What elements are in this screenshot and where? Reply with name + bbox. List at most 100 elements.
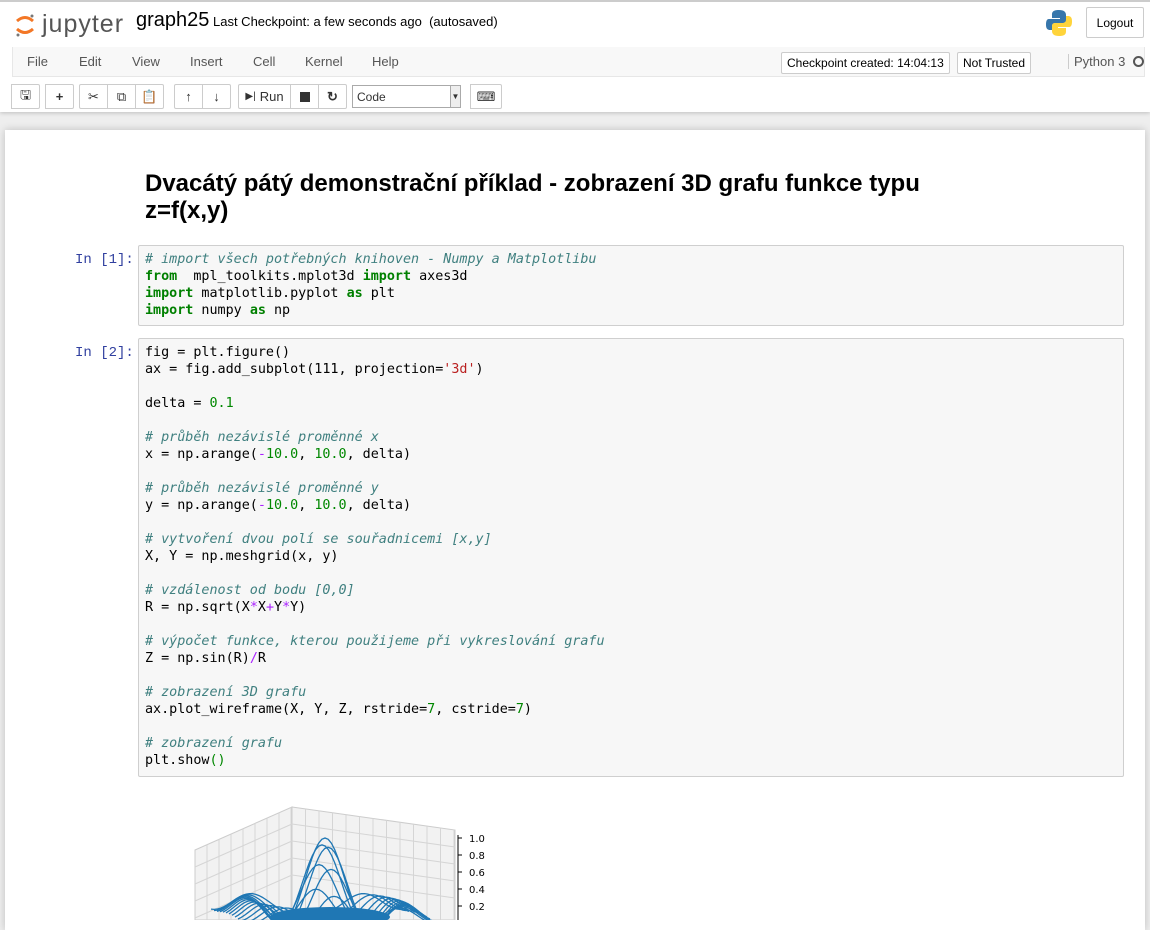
code-token: # výpočet funkce, kterou použijeme při v… <box>145 634 605 649</box>
code-token: # vytvoření dvou polí se souřadnicemi [x… <box>145 532 492 547</box>
code-token: # zobrazení grafu <box>145 736 283 751</box>
checkpoint-created-badge: Checkpoint created: 14:04:13 <box>781 52 950 74</box>
code-token: R <box>257 651 266 666</box>
cell-type-select[interactable]: Code ▼ <box>352 85 461 108</box>
not-trusted-button[interactable]: Not Trusted <box>957 52 1032 74</box>
code-line: plt.show() <box>145 752 1117 769</box>
code-token: * <box>282 600 291 615</box>
code-token: 10.0 <box>314 447 347 462</box>
code-token: fig = plt.figure() <box>145 345 291 360</box>
arrow-down-icon: ↓ <box>213 89 220 104</box>
code-token: Z = np.sin(R) <box>145 651 250 666</box>
menu-insert[interactable]: Insert <box>190 54 223 69</box>
code-token: / <box>249 651 258 666</box>
code-cell-2[interactable]: fig = plt.figure() ax = fig.add_subplot(1… <box>138 338 1124 777</box>
code-token: numpy <box>193 303 250 318</box>
code-line: ax.plot_wireframe(X, Y, Z, rstride= 7, cs… <box>145 701 1117 718</box>
notebook-name[interactable]: graph25 <box>136 9 209 32</box>
code-token: as <box>249 303 266 318</box>
code-token: + <box>265 600 274 615</box>
logout-button[interactable]: Logout <box>1086 7 1144 38</box>
save-icon: 🖫 <box>19 86 32 102</box>
kernel-name[interactable]: Python 3 <box>1068 54 1125 69</box>
step-forward-icon: ▶| <box>245 91 256 102</box>
code-token: 10.0 <box>265 447 299 462</box>
menu-file[interactable]: File <box>27 54 48 69</box>
code-line: from mpl_toolkits.mplot3d import axes3d <box>145 268 1117 285</box>
run-button[interactable]: ▶| Run <box>238 84 291 109</box>
code-token: import <box>362 269 412 284</box>
code-line: # zobrazení grafu <box>145 735 1117 752</box>
code-line: # průběh nezávislé proměnné y <box>145 480 1117 497</box>
code-token: - <box>257 498 266 513</box>
menu-cell[interactable]: Cell <box>253 54 275 69</box>
code-token: from <box>145 269 178 284</box>
scissors-icon: ✂ <box>88 88 99 104</box>
code-token: plt <box>362 286 395 301</box>
interrupt-button[interactable] <box>290 84 319 109</box>
code-token: # průběh nezávislé proměnné y <box>145 481 379 496</box>
code-line: y = np.arange(-10.0, 10.0, delta) <box>145 497 1117 514</box>
code-line: R = np.sqrt(X*X+Y*Y) <box>145 599 1117 616</box>
plus-icon: + <box>55 89 64 104</box>
refresh-icon: ↻ <box>327 88 338 104</box>
page-title: Dvacátý pátý demonstrační příklad - zobr… <box>145 170 920 224</box>
code-token: Y) <box>290 600 307 615</box>
code-token: ax = fig.add_subplot(111, projection= <box>145 362 444 377</box>
code-token: * <box>249 600 258 615</box>
code-token: matplotlib.pyplot <box>193 286 347 301</box>
move-down-button[interactable]: ↓ <box>202 84 231 109</box>
arrow-up-icon: ↑ <box>185 89 192 104</box>
wireframe-plot: 1.0 0.8 0.6 0.4 0.2 <box>194 806 485 920</box>
code-token: plt.show <box>145 753 210 768</box>
code-token: delta = <box>145 396 210 411</box>
insert-cell-button[interactable]: + <box>45 84 74 109</box>
code-token: x = np.arange( <box>145 447 258 462</box>
restart-button[interactable]: ↻ <box>318 84 347 109</box>
code-line: import matplotlib.pyplot as plt <box>145 285 1117 302</box>
menu-edit[interactable]: Edit <box>79 54 101 69</box>
code-token: '3d' <box>443 362 476 377</box>
menu-view[interactable]: View <box>132 54 160 69</box>
code-token: 7 <box>515 702 524 717</box>
save-button[interactable]: 🖫 <box>11 84 40 109</box>
notebook-page: Dvacátý pátý demonstrační příklad - zobr… <box>5 130 1145 930</box>
z-tick-label: 0.6 <box>469 868 485 879</box>
code-token: ) <box>523 702 532 717</box>
code-token: X, Y = np.meshgrid(x, y) <box>145 549 339 564</box>
paste-button[interactable]: 📋 <box>135 84 164 109</box>
menu-help[interactable]: Help <box>372 54 399 69</box>
chevron-down-icon: ▼ <box>450 86 460 107</box>
code-line: x = np.arange(-10.0, 10.0, delta) <box>145 446 1117 463</box>
code-token: 0.1 <box>209 396 234 411</box>
code-token: # vzdálenost od bodu [0,0] <box>145 583 355 598</box>
header: jupyter graph25 Last Checkpoint: a few s… <box>0 0 1150 112</box>
jupyter-logo[interactable]: jupyter <box>14 10 124 39</box>
z-tick-label: 0.4 <box>469 885 485 896</box>
code-token: Y <box>274 600 283 615</box>
cut-button[interactable]: ✂ <box>79 84 108 109</box>
code-token: , <box>298 498 315 513</box>
code-line: # vytvoření dvou polí se souřadnicemi [x… <box>145 531 1117 548</box>
code-cell-1[interactable]: # import všech potřebných knihoven - Num… <box>138 245 1124 326</box>
menu-kernel[interactable]: Kernel <box>305 54 343 69</box>
code-token: # import všech potřebných knihoven - Num… <box>145 252 597 267</box>
code-token: import <box>145 303 194 318</box>
command-palette-button[interactable]: ⌨ <box>470 84 502 109</box>
code-line: X, Y = np.meshgrid(x, y) <box>145 548 1117 565</box>
z-tick-label: 0.8 <box>469 851 485 862</box>
code-line: fig = plt.figure() <box>145 344 1117 361</box>
copy-button[interactable]: ⧉ <box>107 84 136 109</box>
z-tick-label: 0.2 <box>469 902 485 913</box>
code-token: - <box>257 447 266 462</box>
code-token: , <box>298 447 315 462</box>
code-token: y = np.arange( <box>145 498 258 513</box>
copy-icon: ⧉ <box>116 88 127 104</box>
move-up-button[interactable]: ↑ <box>174 84 203 109</box>
keyboard-icon: ⌨ <box>476 88 496 104</box>
